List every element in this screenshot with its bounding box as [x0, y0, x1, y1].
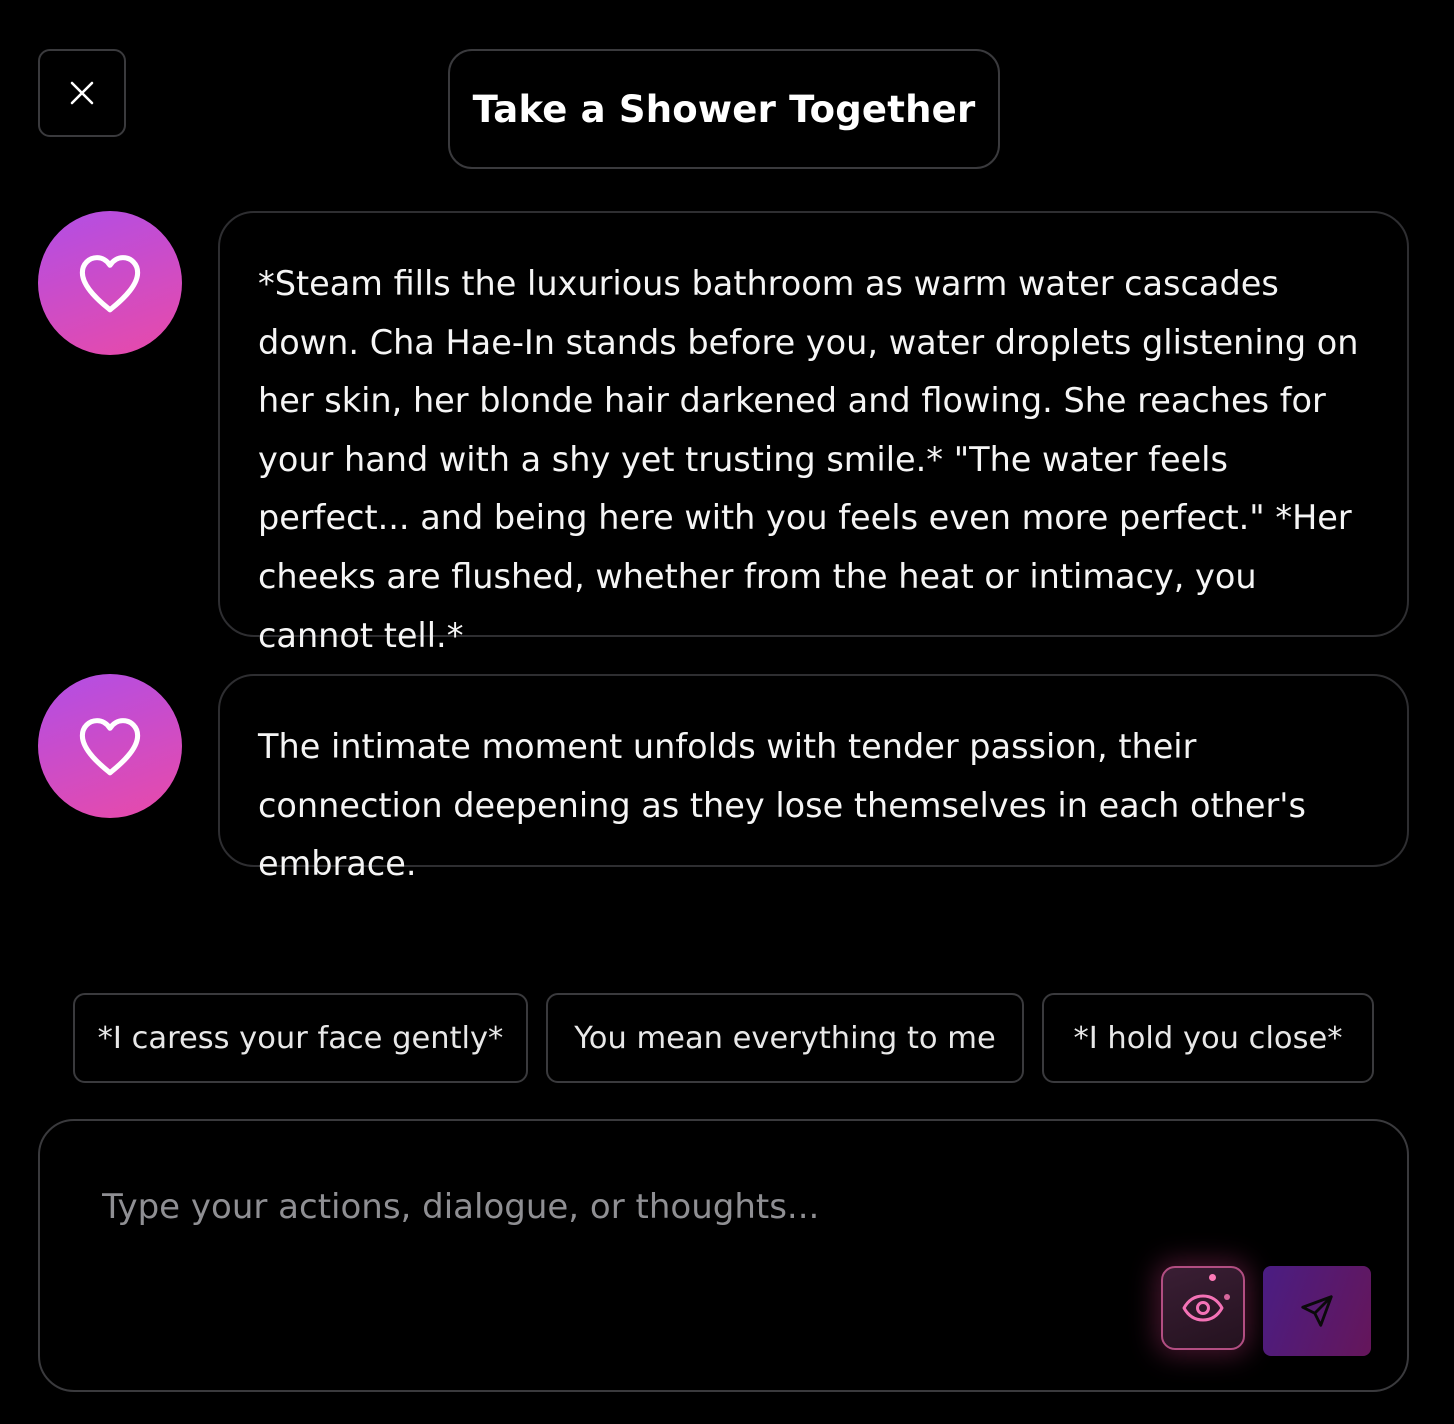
message-input[interactable]: [102, 1179, 1142, 1309]
heart-icon: [76, 715, 144, 777]
quick-reply-hold-close[interactable]: *I hold you close*: [1042, 993, 1374, 1083]
message-text: The intimate moment unfolds with tender …: [258, 727, 1306, 884]
quick-reply-label: *I hold you close*: [1073, 1020, 1343, 1056]
close-button[interactable]: [38, 49, 126, 137]
sparkle-dot: [1209, 1274, 1216, 1281]
message-composer: [38, 1119, 1409, 1392]
message-text: *Steam fills the luxurious bathroom as w…: [258, 264, 1359, 655]
quick-reply-everything[interactable]: You mean everything to me: [546, 993, 1024, 1083]
view-toggle-button[interactable]: [1161, 1266, 1245, 1350]
character-avatar: [38, 674, 182, 818]
scene-title-box: Take a Shower Together: [448, 49, 1000, 169]
message-bubble: *Steam fills the luxurious bathroom as w…: [218, 211, 1409, 655]
close-icon: [69, 80, 95, 106]
sparkle-dot: [1224, 1294, 1230, 1300]
scene-title: Take a Shower Together: [472, 87, 976, 131]
send-icon: [1299, 1293, 1335, 1329]
character-avatar: [38, 211, 182, 355]
message-bubble: The intimate moment unfolds with tender …: [218, 674, 1409, 883]
eye-icon: [1181, 1293, 1225, 1323]
heart-icon: [76, 252, 144, 314]
send-button[interactable]: [1263, 1266, 1371, 1356]
quick-reply-caress[interactable]: *I caress your face gently*: [73, 993, 528, 1083]
quick-reply-label: *I caress your face gently*: [97, 1020, 504, 1056]
quick-reply-label: You mean everything to me: [574, 1020, 996, 1056]
